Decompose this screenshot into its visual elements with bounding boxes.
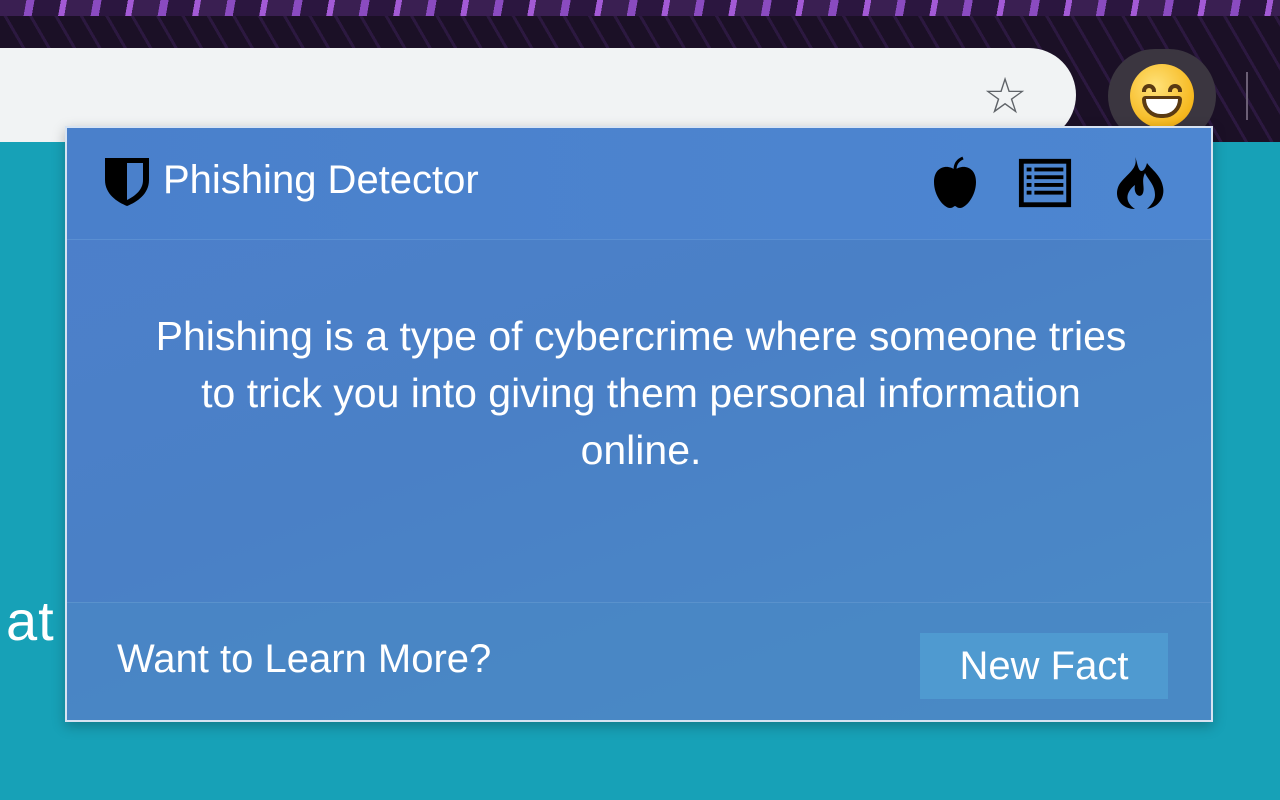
apple-icon[interactable]: [927, 154, 983, 212]
learn-more-link[interactable]: Want to Learn More?: [117, 637, 491, 682]
phishing-fact-text: Phishing is a type of cybercrime where s…: [155, 313, 1127, 473]
list-icon[interactable]: [1017, 154, 1073, 212]
popup-header: Phishing Detector: [67, 128, 1211, 240]
shield-icon: [101, 154, 153, 208]
bookmark-star-icon[interactable]: ☆: [972, 66, 1038, 126]
browser-top-strip: [0, 0, 1280, 16]
popup-footer: Want to Learn More? New Fact: [67, 602, 1211, 720]
extension-popup: Phishing Detector Phishing is a type of: [65, 126, 1213, 722]
new-fact-button[interactable]: New Fact: [920, 633, 1168, 699]
fire-icon[interactable]: [1111, 154, 1167, 212]
page-text-fragment: at: [6, 589, 55, 652]
toolbar-divider: [1246, 72, 1248, 120]
browser-toolbar: ☆: [0, 16, 1280, 143]
grinning-emoji-icon: [1130, 64, 1194, 128]
popup-title: Phishing Detector: [163, 158, 479, 202]
